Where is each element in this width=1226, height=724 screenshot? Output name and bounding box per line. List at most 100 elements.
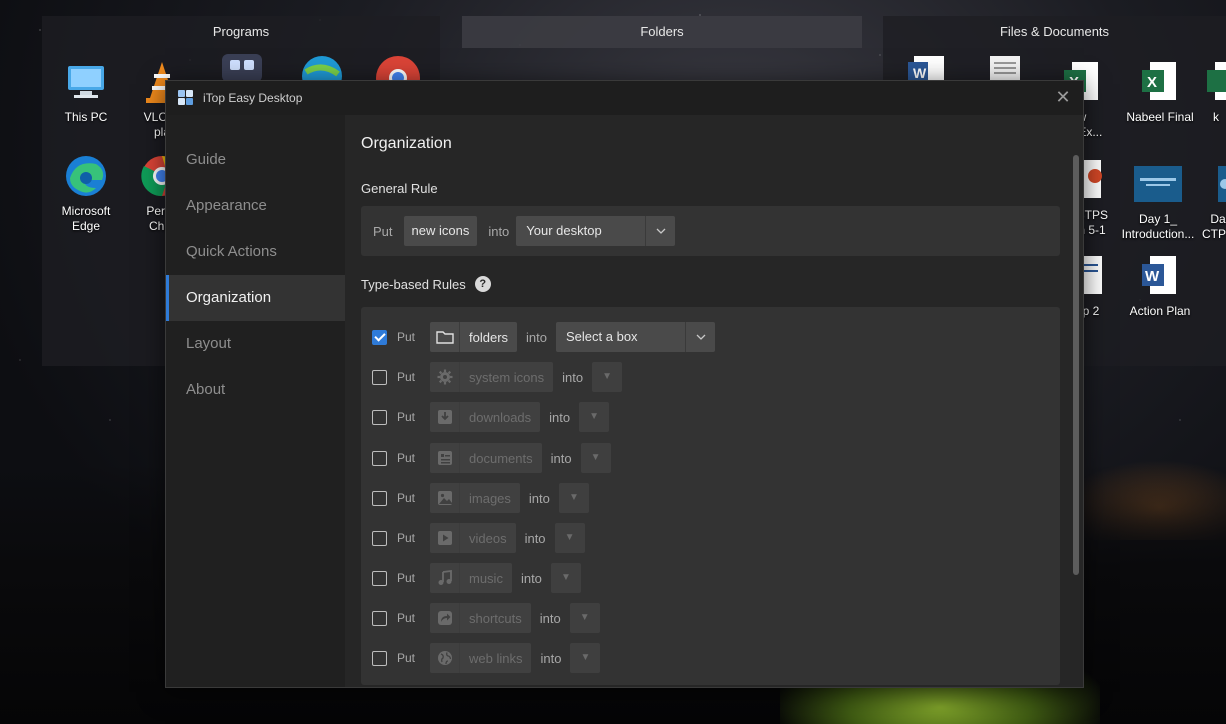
desktop-icon-excel-k[interactable]: k — [1196, 58, 1226, 125]
itop-easy-desktop-window[interactable]: iTop Easy Desktop ✕ Guide Appearance Qui… — [165, 80, 1084, 688]
rule-put-label: Put — [397, 370, 416, 384]
sidebar-item-guide[interactable]: Guide — [166, 137, 345, 183]
type-based-rules-heading: Type-based Rules ? — [361, 276, 491, 292]
desktop-icon-label: k — [1213, 110, 1219, 124]
rule-type-chip-images: images — [430, 483, 520, 513]
rule-checkbox-system-icons[interactable] — [372, 369, 387, 385]
type-based-rules-panel: Put folders into Select a box Put system… — [361, 307, 1060, 685]
rule-type-chip-videos: videos — [430, 523, 516, 553]
rule-box-dropdown-disabled[interactable]: ▼ — [570, 643, 601, 673]
desktop-icon-this-pc[interactable]: This PC — [46, 58, 126, 125]
rule-put-label: Put — [397, 651, 416, 665]
desktop-icon-action-plan[interactable]: W Action Plan — [1120, 252, 1200, 319]
rule-type-label: music — [469, 570, 503, 586]
music-icon — [430, 563, 460, 593]
slide-thumbnail-icon — [1134, 160, 1182, 208]
help-icon[interactable]: ? — [474, 276, 491, 292]
general-rule-row: Put new icons into Your desktop — [361, 206, 1060, 256]
rule-box-dropdown-disabled[interactable]: ▼ — [579, 402, 610, 432]
rule-type-label: system icons — [469, 369, 545, 385]
slide-thumbnail-icon — [1204, 160, 1226, 208]
rule-row-videos: Put videos into ▼ — [372, 523, 585, 553]
rule-checkbox-shortcuts[interactable] — [372, 610, 387, 626]
organization-panel: Organization General Rule Put new icons … — [345, 115, 1083, 687]
rule-put-label: Put — [397, 571, 416, 585]
general-rule-destination-dropdown[interactable]: Your desktop — [516, 216, 676, 246]
computer-icon — [62, 58, 110, 106]
rule-box-dropdown-folders[interactable]: Select a box — [556, 322, 715, 352]
rule-box-dropdown-disabled[interactable]: ▼ — [592, 362, 623, 392]
rule-into-label: into — [526, 329, 547, 345]
rule-box-dropdown-disabled[interactable]: ▼ — [580, 443, 611, 473]
rule-put-label: Put — [397, 531, 416, 545]
gear-icon — [430, 362, 460, 392]
rule-checkbox-documents[interactable] — [372, 450, 387, 466]
excel-icon — [1201, 58, 1226, 106]
desktop-icon-day-ctps[interactable]: Da CTPS — [1198, 160, 1226, 242]
rule-put-label: Put — [397, 451, 416, 465]
sidebar-item-appearance[interactable]: Appearance — [166, 183, 345, 229]
rule-box-dropdown-disabled[interactable]: ▼ — [550, 563, 581, 593]
desktop-icon-label: Action Plan — [1129, 304, 1191, 318]
rule-type-chip-system-icons: system icons — [430, 362, 554, 392]
desktop-icon-label: This PC — [64, 110, 108, 124]
rule-type-label: downloads — [469, 409, 532, 425]
itop-app-icon — [177, 89, 194, 106]
rule-checkbox-music[interactable] — [372, 570, 387, 586]
settings-sidebar: Guide Appearance Quick Actions Organizat… — [166, 115, 345, 687]
rule-checkbox-images[interactable] — [372, 490, 387, 506]
rule-type-chip-downloads: downloads — [430, 402, 541, 432]
rule-checkbox-web-links[interactable] — [372, 650, 387, 666]
edge-icon — [62, 152, 110, 200]
rule-type-chip-documents: documents — [430, 443, 542, 473]
sidebar-item-layout[interactable]: Layout — [166, 321, 345, 367]
excel-icon: X — [1136, 58, 1184, 106]
rule-into-label: into — [540, 650, 562, 666]
rule-into-label: into — [549, 409, 571, 425]
chevron-down-icon — [685, 322, 715, 352]
rule-row-images: Put images into ▼ — [372, 483, 589, 513]
general-rule-put-label: Put — [373, 223, 393, 239]
rule-into-label: into — [550, 450, 572, 466]
desktop-icon-label: Da — [1210, 212, 1226, 226]
rule-type-chip-web-links: web links — [430, 643, 532, 673]
rule-into-label: into — [524, 530, 546, 546]
fence-programs-title: Programs — [212, 24, 270, 39]
desktop-icon-nabeel-final[interactable]: X Nabeel Final — [1120, 58, 1200, 125]
desktop-icon-label-2: Edge — [71, 219, 101, 233]
rule-box-dropdown-disabled[interactable]: ▼ — [569, 603, 600, 633]
folder-icon — [430, 322, 460, 352]
rule-checkbox-downloads[interactable] — [372, 409, 387, 425]
rule-row-system-icons: Put system icons into ▼ — [372, 362, 623, 392]
rule-into-label: into — [562, 369, 584, 385]
rule-row-web-links: Put web links into ▼ — [372, 643, 601, 673]
shortcut-icon — [430, 603, 460, 633]
window-titlebar[interactable]: iTop Easy Desktop ✕ — [166, 81, 1083, 115]
sidebar-item-about[interactable]: About — [166, 367, 345, 413]
desktop-icon-edge[interactable]: Microsoft Edge — [46, 152, 126, 234]
globe-icon — [430, 643, 460, 673]
fence-folders-title[interactable]: Folders — [462, 16, 862, 48]
sidebar-item-organization[interactable]: Organization — [166, 275, 345, 321]
fence-files-title: Files & Documents — [999, 24, 1110, 39]
rule-type-chip-shortcuts: shortcuts — [430, 603, 531, 633]
rule-box-dropdown-disabled[interactable]: ▼ — [554, 523, 585, 553]
rule-type-label: videos — [469, 530, 507, 546]
rule-into-label: into — [539, 610, 561, 626]
rule-put-label: Put — [397, 330, 416, 344]
rule-checkbox-videos[interactable] — [372, 530, 387, 546]
sidebar-item-quick-actions[interactable]: Quick Actions — [166, 229, 345, 275]
rule-checkbox-folders[interactable] — [372, 329, 387, 345]
desktop-icon-day1-intro[interactable]: Day 1_ Introduction... — [1118, 160, 1198, 242]
desktop-icon-label-2: CTPS — [1201, 227, 1226, 241]
rule-row-documents: Put documents into ▼ — [372, 443, 611, 473]
page-title: Organization — [361, 135, 452, 152]
word-icon: W — [1136, 252, 1184, 300]
document-icon — [430, 443, 460, 473]
rule-box-dropdown-disabled[interactable]: ▼ — [558, 483, 589, 513]
general-rule-heading: General Rule — [361, 181, 438, 196]
svg-text:W: W — [913, 65, 927, 81]
close-icon[interactable]: ✕ — [1053, 87, 1073, 107]
window-title: iTop Easy Desktop — [203, 91, 303, 105]
content-scrollbar[interactable] — [1073, 155, 1079, 575]
